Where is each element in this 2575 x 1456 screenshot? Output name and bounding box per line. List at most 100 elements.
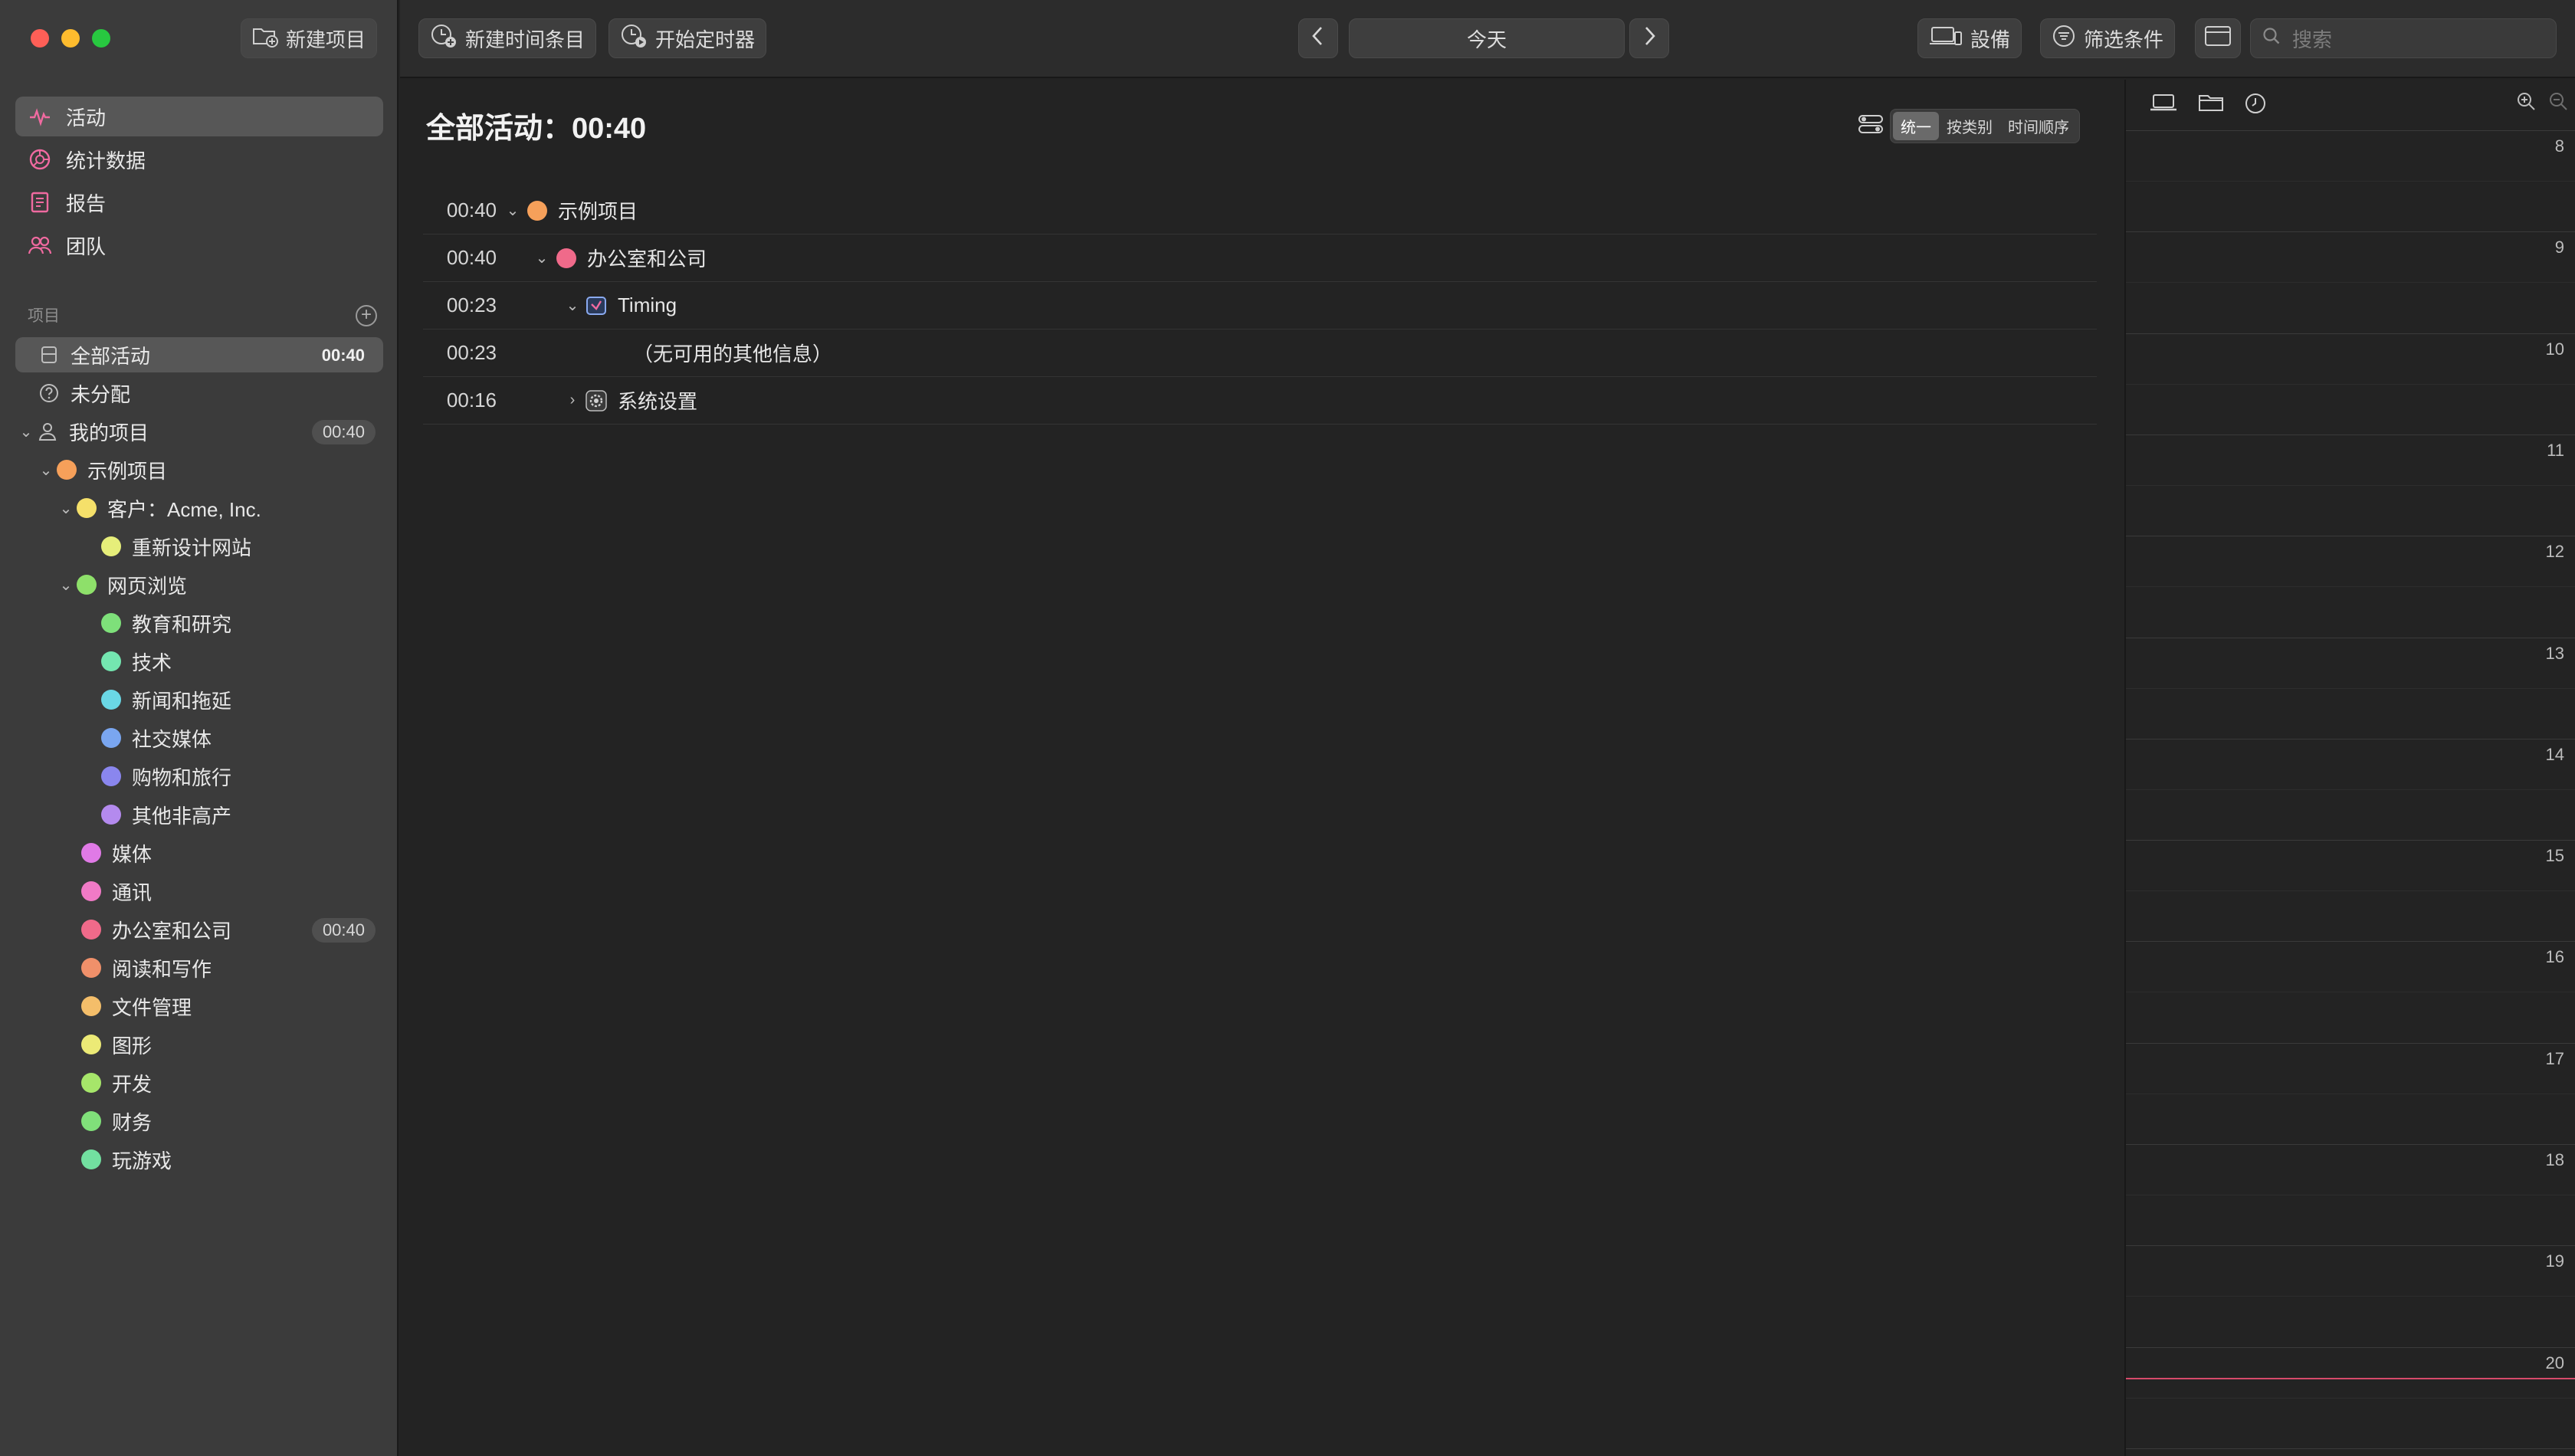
search-field[interactable]: 搜索 (2250, 18, 2557, 58)
half-hour-line (2126, 384, 2575, 385)
tree-item-web-browsing[interactable]: ⌄ 网页浏览 (15, 567, 383, 602)
tree-item-sample-project[interactable]: ⌄ 示例项目 (15, 452, 383, 487)
activity-duration: 00:40 (446, 198, 497, 221)
minimize-window-button[interactable] (61, 29, 80, 48)
project-color-dot (81, 920, 101, 940)
half-hour-line (2126, 890, 2575, 891)
date-picker-button[interactable]: 今天 (1349, 18, 1625, 58)
settings-app-icon (586, 389, 607, 412)
tree-item-all-activities[interactable]: 全部活动 00:40 (15, 337, 383, 372)
tree-item-technology[interactable]: 技术 (15, 644, 383, 679)
nav-activity[interactable]: 活动 (15, 97, 383, 136)
view-mode-unified[interactable]: 统一 (1893, 112, 1939, 140)
clock-icon[interactable] (2244, 92, 2267, 119)
activity-row[interactable]: 00:23 （无可用的其他信息） (423, 330, 2097, 377)
activity-label: Timing (618, 293, 677, 316)
tree-item-label: 图形 (112, 1034, 153, 1058)
start-timer-button[interactable]: 开始定时器 (608, 18, 767, 58)
clock-plus-icon (430, 23, 458, 54)
toggle-settings-icon[interactable] (1858, 113, 1884, 139)
chevron-right-icon[interactable]: › (563, 392, 582, 409)
tree-item-label: 教育和研究 (132, 612, 232, 636)
nav-activity-label: 活动 (66, 106, 107, 130)
zoom-window-button[interactable] (92, 29, 110, 48)
project-color-dot (101, 536, 121, 556)
half-hour-line (2126, 181, 2575, 182)
nav-team-label: 团队 (66, 234, 107, 258)
tree-item-development[interactable]: 开发 (15, 1065, 383, 1100)
tree-item-finance[interactable]: 财务 (15, 1103, 383, 1139)
hour-line (2126, 1448, 2575, 1449)
tree-item-unassigned[interactable]: 未分配 (15, 375, 383, 411)
chevron-down-icon[interactable]: ⌄ (58, 576, 74, 595)
close-window-button[interactable] (31, 29, 49, 48)
new-project-button[interactable]: 新建项目 (241, 18, 378, 58)
tree-item-shopping[interactable]: 购物和旅行 (15, 759, 383, 794)
nav-reports-label: 报告 (66, 192, 107, 215)
activity-duration: 00:40 (446, 246, 497, 269)
activity-row[interactable]: 00:40 ⌄ 示例项目 (423, 187, 2097, 234)
zoom-in-icon[interactable] (2515, 90, 2537, 116)
tree-item-label: 媒体 (112, 842, 153, 866)
filter-button[interactable]: 筛选条件 (2040, 18, 2176, 58)
calendar-app-icon (586, 295, 607, 316)
view-mode-by-category[interactable]: 按类别 (1939, 112, 2000, 140)
devices-button[interactable]: 設備 (1917, 18, 2022, 58)
chevron-down-icon[interactable]: ⌄ (503, 201, 523, 220)
tree-item-client-acme[interactable]: ⌄ 客户：Acme, Inc. (15, 490, 383, 526)
sidebar: 新建项目 活动 统计数据 报告 团队 项目 + 全部活动 00:40 未分配 ⌄… (0, 0, 399, 1456)
tree-item-social-media[interactable]: 社交媒体 (15, 720, 383, 756)
tree-item-redesign-website[interactable]: 重新设计网站 (15, 529, 383, 564)
current-time-indicator (2126, 1378, 2575, 1379)
filter-icon (2052, 24, 2076, 54)
tree-item-file-management[interactable]: 文件管理 (15, 989, 383, 1024)
half-hour-line (2126, 1398, 2575, 1399)
toggle-sidebar-button[interactable] (2195, 18, 2241, 58)
tree-item-news[interactable]: 新闻和拖延 (15, 682, 383, 717)
tree-item-label: 购物和旅行 (132, 766, 232, 789)
half-hour-line (2126, 789, 2575, 790)
add-project-icon[interactable]: + (356, 305, 377, 326)
activity-label: （无可用的其他信息） (633, 343, 833, 366)
folder-icon[interactable] (2198, 92, 2224, 119)
laptop-icon[interactable] (2149, 92, 2178, 119)
view-mode-chronological[interactable]: 时间顺序 (2000, 112, 2077, 140)
tree-item-media[interactable]: 媒体 (15, 835, 383, 871)
next-day-button[interactable] (1629, 18, 1669, 58)
tree-item-gaming[interactable]: 玩游戏 (15, 1142, 383, 1177)
tree-item-office[interactable]: 办公室和公司 00:40 (15, 912, 383, 947)
tree-item-reading-writing[interactable]: 阅读和写作 (15, 950, 383, 985)
tree-item-education[interactable]: 教育和研究 (15, 605, 383, 641)
chevron-down-icon[interactable]: ⌄ (58, 499, 74, 518)
nav-team[interactable]: 团队 (15, 225, 383, 265)
project-color-dot (81, 843, 101, 863)
project-color-dot (81, 958, 101, 978)
tree-item-label: 新闻和拖延 (132, 689, 232, 713)
new-time-entry-button[interactable]: 新建时间条目 (418, 18, 597, 58)
tree-item-label: 示例项目 (87, 459, 168, 483)
activity-row[interactable]: 00:23 ⌄ Timing (423, 282, 2097, 330)
tree-item-my-projects[interactable]: ⌄ 我的项目 00:40 (15, 414, 383, 449)
chevron-down-icon[interactable]: ⌄ (38, 461, 54, 480)
previous-day-button[interactable] (1298, 18, 1338, 58)
tree-item-communication[interactable]: 通讯 (15, 874, 383, 909)
team-icon (28, 233, 52, 257)
tree-item-label: 重新设计网站 (132, 536, 252, 559)
nav-statistics-label: 统计数据 (66, 149, 146, 172)
activity-row[interactable]: 00:40 ⌄ 办公室和公司 (423, 234, 2097, 282)
hour-label: 20 (2545, 1353, 2564, 1372)
chevron-down-icon[interactable]: ⌄ (532, 248, 552, 267)
activity-duration: 00:23 (446, 293, 497, 316)
tree-item-graphics[interactable]: 图形 (15, 1027, 383, 1062)
zoom-out-icon[interactable] (2547, 90, 2569, 116)
nav-statistics[interactable]: 统计数据 (15, 139, 383, 179)
activity-duration: 00:16 (446, 389, 497, 412)
tree-item-label: 财务 (112, 1110, 153, 1134)
chevron-down-icon[interactable]: ⌄ (18, 422, 34, 441)
nav-reports[interactable]: 报告 (15, 182, 383, 222)
chevron-down-icon[interactable]: ⌄ (563, 296, 582, 315)
activity-row[interactable]: 00:16 › 系统设置 (423, 377, 2097, 425)
project-color-dot (101, 651, 121, 671)
tree-item-other-unproductive[interactable]: 其他非高产 (15, 797, 383, 832)
page-title: 全部活动：00:40 (426, 113, 647, 145)
